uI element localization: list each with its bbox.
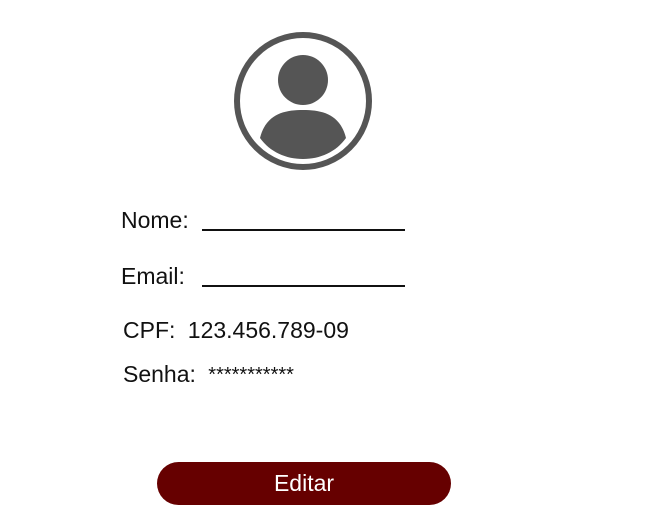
password-label: Senha:: [123, 361, 196, 387]
user-circle-icon: [234, 32, 372, 170]
cpf-field: CPF: 123.456.789-09: [123, 316, 349, 344]
name-underline: [202, 229, 405, 231]
name-field: Nome:: [121, 206, 201, 234]
name-label: Nome:: [121, 207, 189, 233]
password-value: ***********: [208, 364, 294, 386]
cpf-value: 123.456.789-09: [187, 317, 349, 343]
cpf-label: CPF:: [123, 317, 176, 343]
email-label: Email:: [121, 263, 185, 289]
edit-button[interactable]: Editar: [157, 462, 451, 505]
avatar: [232, 30, 374, 172]
email-field: Email:: [121, 262, 197, 290]
email-underline: [202, 285, 405, 287]
password-field: Senha: ***********: [123, 360, 294, 390]
